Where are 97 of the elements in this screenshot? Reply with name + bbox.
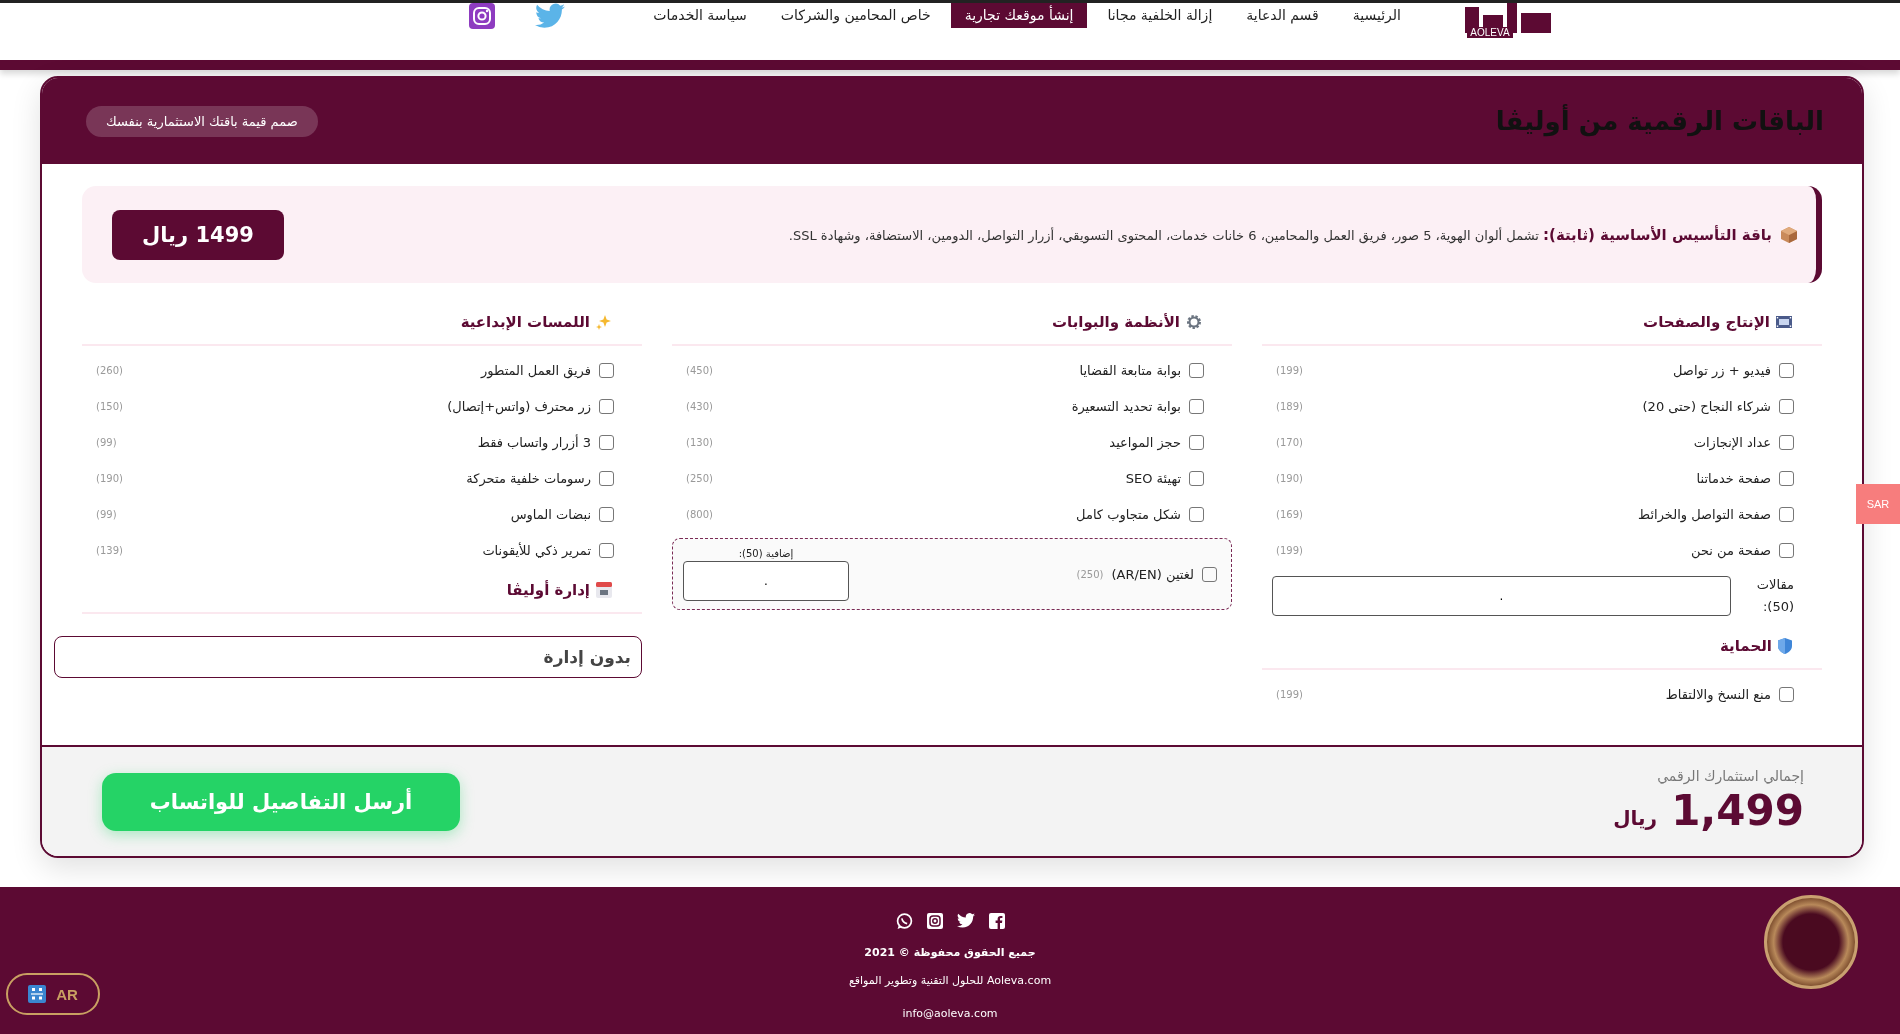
nav-link[interactable]: خاص المحامين والشركات [766,3,945,28]
card-title: الباقات الرقمية من أوليڤا [1495,106,1824,136]
option-price: (800) [686,508,713,520]
checkbox[interactable] [1779,506,1794,522]
option-price: (169) [1276,508,1303,520]
checkbox[interactable] [1779,686,1794,702]
total-amount: 1,499 [1671,786,1804,835]
option-price: (150) [96,400,123,412]
instagram-icon[interactable] [469,3,496,29]
sparkles-icon [596,314,612,330]
option-price: (250) [686,472,713,484]
option-label: تهيئة SEO [1125,470,1181,486]
option-label: شكل متجاوب كامل [1076,506,1181,522]
checkbox[interactable] [599,362,614,378]
option-price: (130) [686,436,713,448]
checkbox[interactable] [599,506,614,522]
checkbox[interactable] [1779,434,1794,450]
base-price-badge: 1499 ريال [112,209,284,260]
field-label: إضافية (50): [738,547,794,559]
option-label: منع النسخ والالتقاط [1665,686,1771,702]
option-label: زر محترف (واتس+إتصال) [447,398,591,414]
subtitle-pill: صمم قيمة باقتك الاستثمارية بنفسك [86,105,318,137]
option-label: بوابة متابعة القضايا [1079,362,1181,378]
option-label: بوابة تحديد التسعيرة [1071,398,1181,414]
input-field[interactable]: . [683,560,849,601]
checkbox[interactable] [599,434,614,450]
option-price: (199) [1276,688,1303,700]
checkbox[interactable] [1779,470,1794,486]
option-price: (199) [1276,544,1303,556]
management-select[interactable]: بدون إدارة [54,636,642,678]
copyright-text: جميع الحقوق محفوظة © 2021 [864,946,1036,959]
option-price: (199) [1276,364,1303,376]
company-text: Aoleva.com للحلول التقنية وتطوير المواقع [848,974,1052,987]
logo-text: AOLEVA [1467,27,1513,38]
checkbox[interactable] [599,470,614,486]
nav-link[interactable]: سياسة الخدمات [639,3,761,28]
option-label: شركاء النجاح (حتى 20) [1642,398,1771,414]
section-title: اللمسات الإبداعية [460,313,590,331]
option-price: (250) [1076,568,1104,580]
checkbox[interactable] [1779,362,1794,378]
checkbox[interactable] [1189,434,1204,450]
checkbox[interactable] [1779,398,1794,414]
checkbox[interactable] [1779,542,1794,558]
logo[interactable]: AOLEVA [1465,3,1555,38]
facebook-icon[interactable] [988,913,1005,929]
calendar-icon [596,582,612,598]
section-title: الإنتاج والصفحات [1643,313,1770,331]
field-label: مقالات (50): [1755,576,1794,616]
option-label: عداد الإنجازات [1693,434,1771,450]
option-price: (170) [1276,436,1303,448]
option-label: لغتين (AR/EN) [1111,566,1194,582]
checkbox[interactable] [1189,362,1204,378]
option-price: (190) [96,472,123,484]
section-title: إدارة أوليڤا [506,581,590,599]
option-price: (139) [96,544,123,556]
checkbox[interactable] [1189,506,1204,522]
nav-link[interactable]: قسم الدعاية [1232,3,1333,28]
total-currency: ريال [1613,806,1658,830]
option-label: 3 أزرار واتساب فقط [477,434,591,450]
base-package-description: باقة التأسيس الأساسية (ثابتة): تشمل ألوان الهوية، 5 صور، فريق العمل والمحامين، 6 خانات خدمات، المحتوى التسويقي، أزرار التواصل، الدومين، الاستضافة، وشهادة SSL. [788,225,1772,244]
option-price: (99) [96,508,117,520]
option-price: (260) [96,364,123,376]
total-label: إجمالي استثمارك الرقمي [1656,768,1804,784]
option-label: فريق العمل المتطور [481,362,591,378]
option-label: رسومات خلفية متحركة [466,470,591,486]
nav-link[interactable]: الرئيسية [1338,3,1415,28]
gear-icon [1186,314,1202,330]
nav-link[interactable]: إزالة الخلفية مجانا [1093,3,1227,28]
film-strip-icon [1776,316,1792,328]
option-label: صفحة من نحن [1691,542,1771,558]
option-price: (99) [96,436,117,448]
shield-icon [1778,638,1792,654]
checkbox[interactable] [1189,470,1204,486]
section-title: الحماية [1720,637,1772,655]
option-label: تمرير ذكي للأيقونات [482,542,591,558]
option-label: حجز المواعيد [1109,434,1181,450]
option-label: فيديو + زر تواصل [1673,362,1771,378]
instagram-icon[interactable] [926,913,943,929]
section-title: الأنظمة والبوابات [1051,313,1180,331]
checkbox[interactable] [1202,566,1217,582]
option-label: صفحة خدماتنا [1696,470,1771,486]
option-label: صفحة التواصل والخرائط [1638,506,1771,522]
input-field[interactable]: . [1272,576,1731,616]
twitter-bird-icon[interactable] [956,913,975,928]
nav-link[interactable]: إنشأ موقعك تجارية [950,3,1088,28]
package-box-icon [1780,225,1798,244]
option-price: (450) [686,364,713,376]
option-price: (430) [686,400,713,412]
language-button[interactable]: AR [6,973,100,1015]
whatsapp-icon[interactable] [895,913,913,930]
option-price: (190) [1276,472,1303,484]
option-label: نبضات الماوس [510,506,591,522]
checkbox[interactable] [599,542,614,558]
checkbox[interactable] [599,398,614,414]
checkbox[interactable] [1189,398,1204,414]
email-link[interactable]: info@aoleva.com [902,1007,998,1020]
option-price: (189) [1276,400,1303,412]
